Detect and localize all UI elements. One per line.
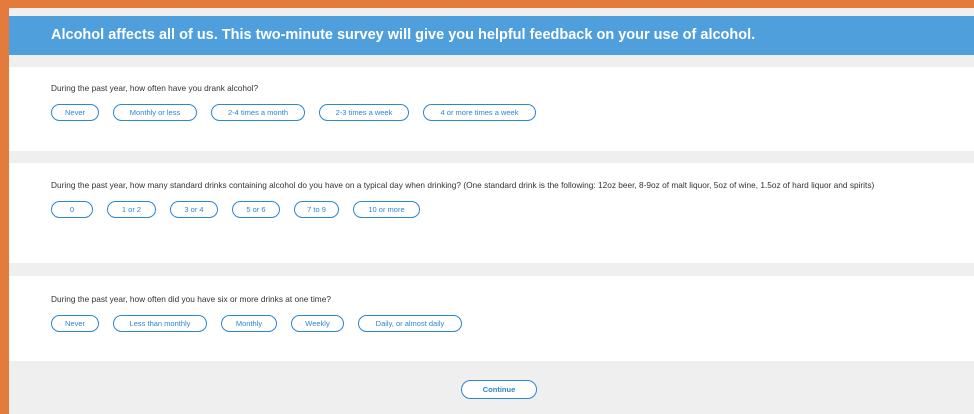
question-2-text: During the past year, how many standard …: [51, 180, 875, 190]
q2-option-0[interactable]: 0: [51, 201, 93, 218]
question-2-options: 0 1 or 2 3 or 4 5 or 6 7 to 9 10 or more: [51, 201, 944, 218]
continue-button[interactable]: Continue: [461, 380, 537, 399]
q2-option-5-or-6[interactable]: 5 or 6: [232, 201, 280, 218]
question-3-options: Never Less than monthly Monthly Weekly D…: [51, 315, 944, 332]
survey-panel: Alcohol affects all of us. This two-minu…: [9, 8, 974, 414]
q2-option-3-or-4[interactable]: 3 or 4: [170, 201, 218, 218]
q3-option-less-than-monthly[interactable]: Less than monthly: [113, 315, 207, 332]
q2-option-1-or-2[interactable]: 1 or 2: [107, 201, 156, 218]
survey-header: Alcohol affects all of us. This two-minu…: [9, 16, 974, 55]
question-3: During the past year, how often did you …: [9, 276, 974, 361]
q1-option-2-3-times-a-week[interactable]: 2-3 times a week: [319, 104, 409, 121]
question-2: During the past year, how many standard …: [9, 163, 974, 263]
q3-option-never[interactable]: Never: [51, 315, 99, 332]
question-1-options: Never Monthly or less 2-4 times a month …: [51, 104, 944, 121]
q1-option-4-or-more-times-a-week[interactable]: 4 or more times a week: [423, 104, 536, 121]
q3-option-weekly[interactable]: Weekly: [291, 315, 344, 332]
question-3-text: During the past year, how often did you …: [51, 294, 331, 304]
question-1-text: During the past year, how often have you…: [51, 83, 259, 93]
q1-option-monthly-or-less[interactable]: Monthly or less: [113, 104, 197, 121]
q3-option-daily-or-almost-daily[interactable]: Daily, or almost daily: [358, 315, 462, 332]
q1-option-2-4-times-a-month[interactable]: 2-4 times a month: [211, 104, 305, 121]
q2-option-10-or-more[interactable]: 10 or more: [353, 201, 420, 218]
question-1: During the past year, how often have you…: [9, 67, 974, 151]
q2-option-7-to-9[interactable]: 7 to 9: [294, 201, 339, 218]
q1-option-never[interactable]: Never: [51, 104, 99, 121]
q3-option-monthly[interactable]: Monthly: [221, 315, 277, 332]
